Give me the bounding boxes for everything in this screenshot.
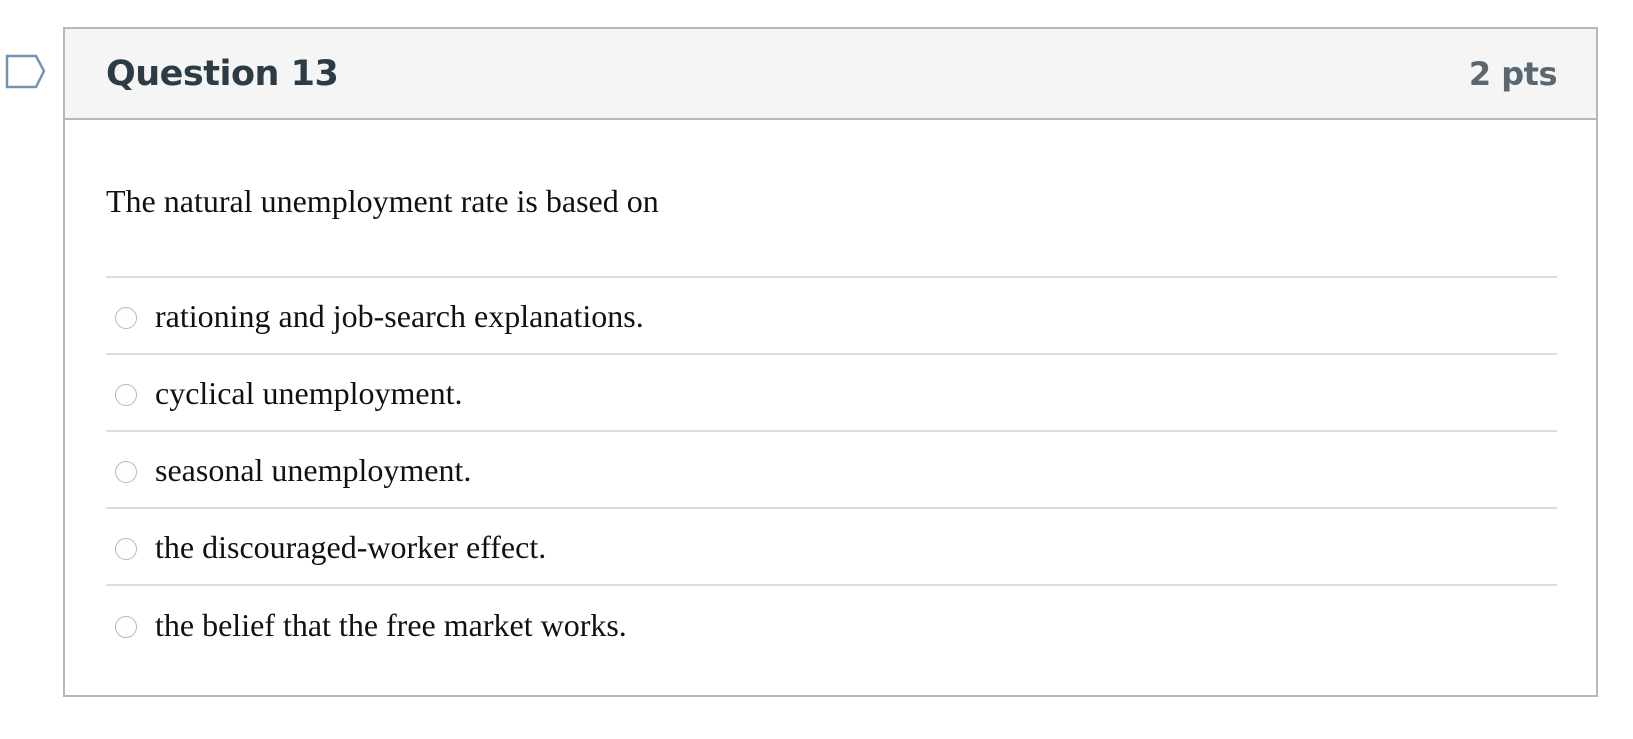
answer-label[interactable]: seasonal unemployment. <box>155 454 471 486</box>
question-card: Question 13 2 pts The natural unemployme… <box>63 27 1598 697</box>
flag-question-icon[interactable] <box>5 54 47 90</box>
question-title: Question 13 <box>106 53 339 94</box>
question-body: The natural unemployment rate is based o… <box>65 120 1596 663</box>
answer-radio[interactable] <box>115 384 137 406</box>
answer-label[interactable]: cyclical unemployment. <box>155 377 462 409</box>
question-points: 2 pts <box>1468 54 1558 93</box>
answer-label[interactable]: rationing and job-search explanations. <box>155 300 644 332</box>
answer-label[interactable]: the belief that the free market works. <box>155 609 627 641</box>
answer-option[interactable]: the discouraged-worker effect. <box>106 509 1557 586</box>
answer-option[interactable]: cyclical unemployment. <box>106 355 1557 432</box>
question-header: Question 13 2 pts <box>65 29 1596 120</box>
answer-radio[interactable] <box>115 616 137 638</box>
answer-label[interactable]: the discouraged-worker effect. <box>155 531 546 563</box>
answer-radio[interactable] <box>115 538 137 560</box>
answer-option[interactable]: rationing and job-search explanations. <box>106 278 1557 355</box>
answer-list: rationing and job-search explanations. c… <box>106 278 1557 663</box>
question-text: The natural unemployment rate is based o… <box>106 120 1557 278</box>
answer-radio[interactable] <box>115 461 137 483</box>
answer-radio[interactable] <box>115 307 137 329</box>
answer-option[interactable]: seasonal unemployment. <box>106 432 1557 509</box>
answer-option[interactable]: the belief that the free market works. <box>106 586 1557 663</box>
